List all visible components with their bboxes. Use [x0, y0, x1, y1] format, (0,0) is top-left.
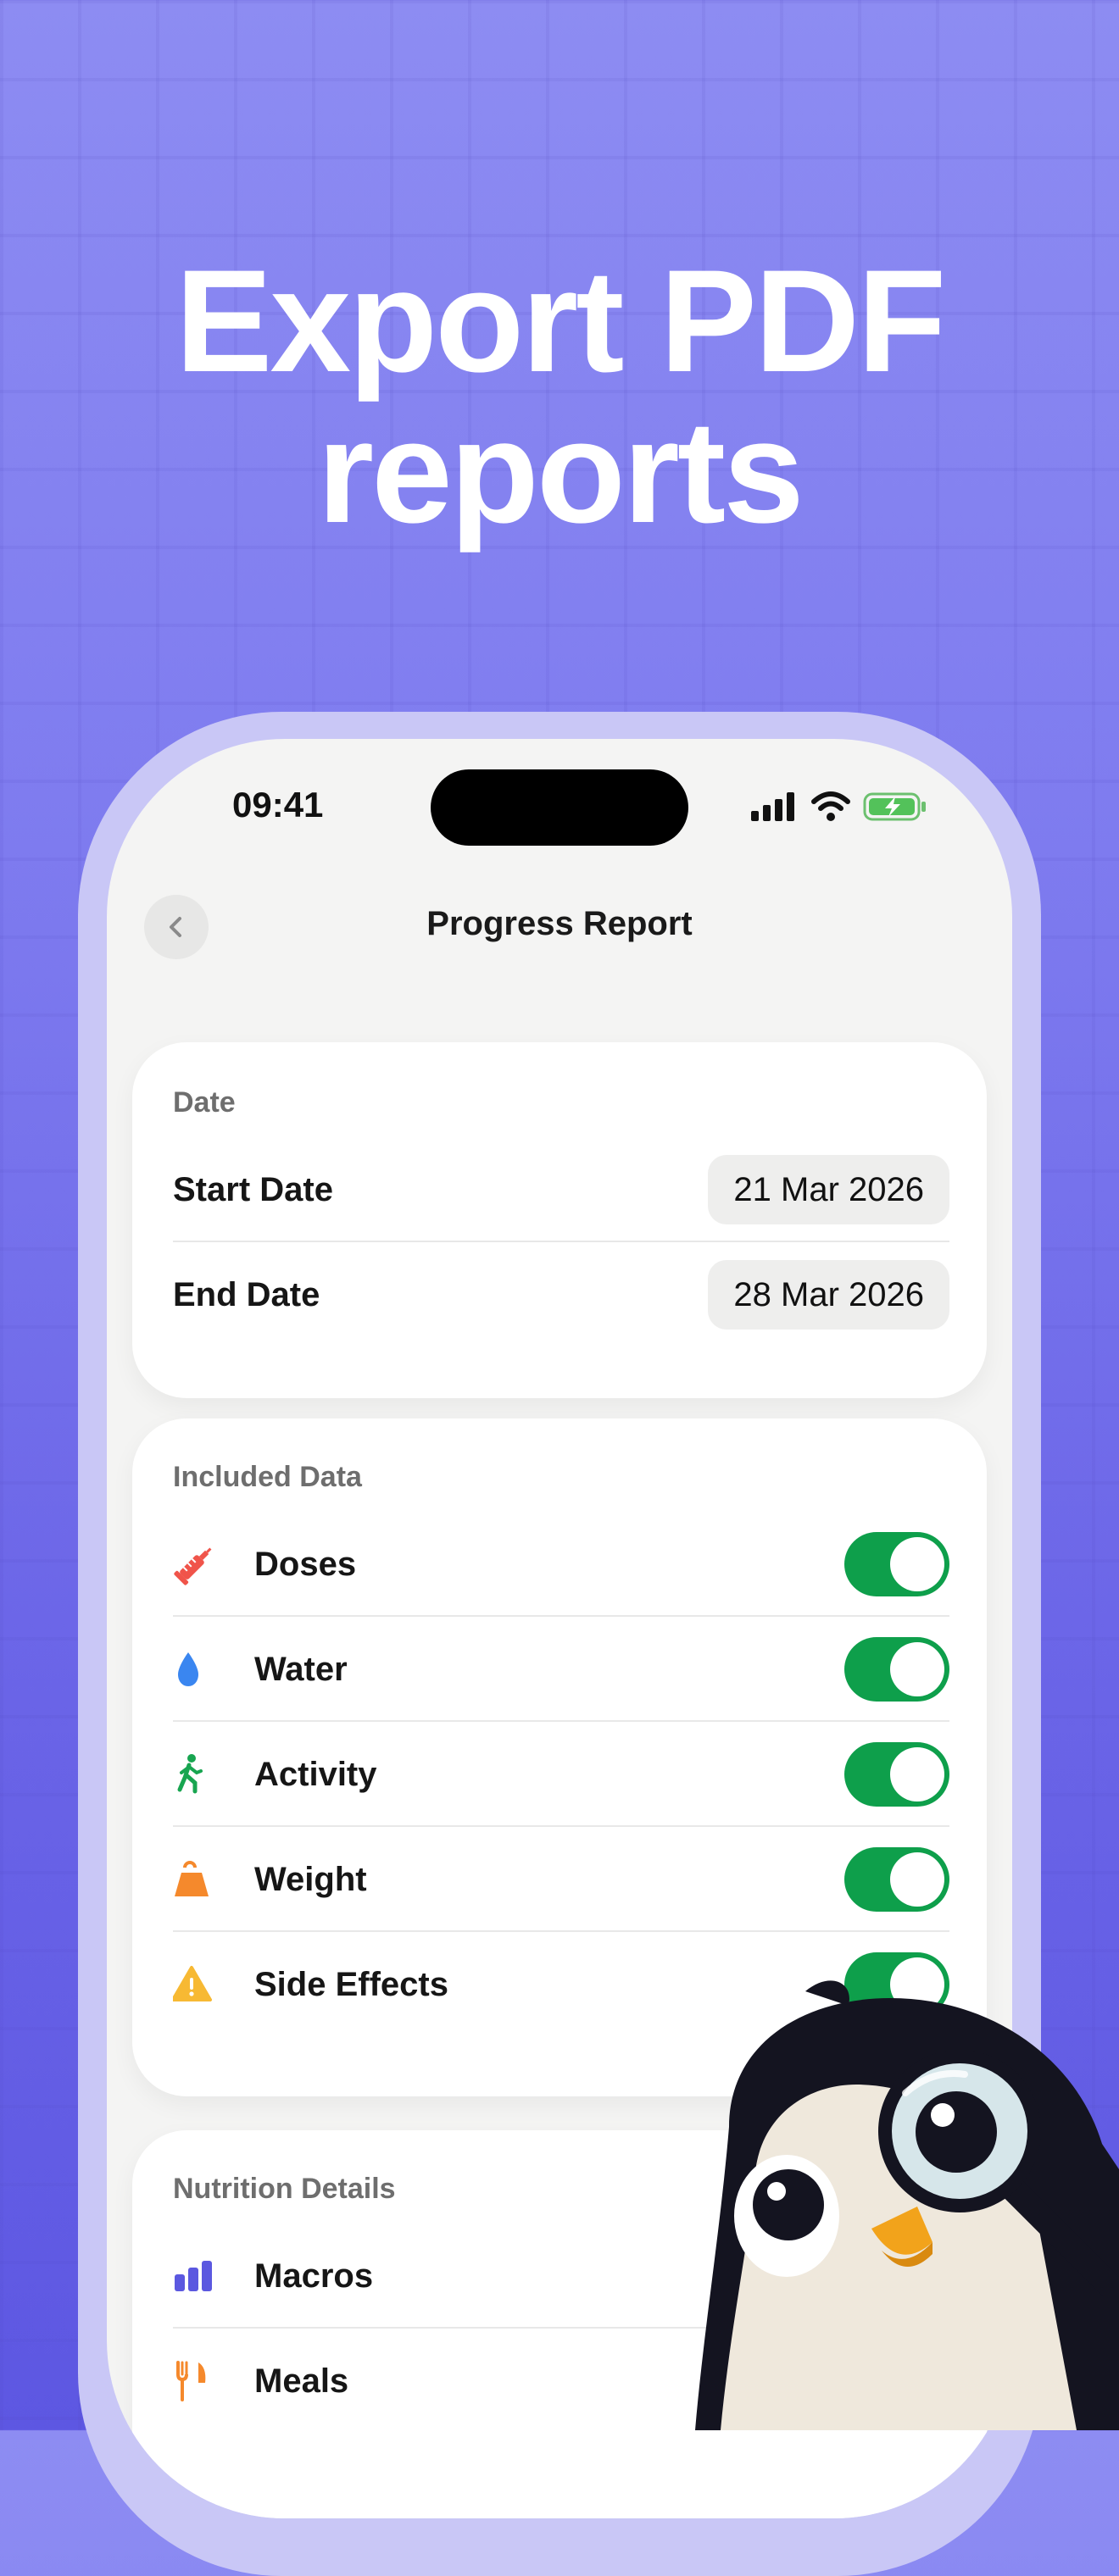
end-date-label: End Date [173, 1275, 320, 1313]
status-icons [751, 791, 927, 826]
water-drop-icon [173, 1645, 222, 1694]
bar-chart-icon [173, 2251, 222, 2301]
weight-icon [173, 1855, 222, 1904]
water-row: Water [173, 1617, 949, 1722]
meals-label: Meals [254, 2362, 349, 2400]
headline-line-2: reports [317, 391, 804, 553]
doses-toggle[interactable] [844, 1532, 949, 1596]
syringe-icon [173, 1540, 222, 1589]
macros-label: Macros [254, 2257, 374, 2295]
dynamic-island [431, 769, 688, 846]
headline-line-1: Export PDF [175, 240, 947, 402]
water-toggle[interactable] [844, 1637, 949, 1702]
date-card-header: Date [173, 1086, 236, 1119]
water-label: Water [254, 1650, 348, 1688]
end-date-picker[interactable]: 28 Mar 2026 [708, 1260, 949, 1330]
walking-icon [173, 1750, 222, 1799]
warning-icon [173, 1960, 222, 2009]
side-effects-label: Side Effects [254, 1965, 448, 2003]
start-date-label: Start Date [173, 1170, 333, 1208]
doses-label: Doses [254, 1545, 357, 1583]
activity-row: Activity [173, 1722, 949, 1827]
doses-row: Doses [173, 1512, 949, 1617]
weight-row: Weight [173, 1827, 949, 1932]
start-date-picker[interactable]: 21 Mar 2026 [708, 1155, 949, 1224]
wifi-icon [810, 791, 851, 826]
penguin-mascot-illustration [695, 1980, 1119, 2430]
activity-label: Activity [254, 1755, 377, 1793]
fork-knife-icon [173, 2357, 222, 2406]
signal-icon [751, 792, 799, 825]
nutrition-details-header: Nutrition Details [173, 2173, 396, 2205]
date-card: Date Start Date 21 Mar 2026 End Date 28 … [132, 1042, 987, 1398]
weight-label: Weight [254, 1860, 367, 1898]
included-data-header: Included Data [173, 1461, 362, 1493]
activity-toggle[interactable] [844, 1742, 949, 1807]
page-title: Progress Report [426, 905, 693, 942]
weight-toggle[interactable] [844, 1847, 949, 1912]
battery-charging-icon [863, 791, 927, 826]
status-time: 09:41 [232, 785, 324, 824]
start-date-row[interactable]: Start Date 21 Mar 2026 [173, 1137, 949, 1242]
end-date-row[interactable]: End Date 28 Mar 2026 [173, 1242, 949, 1347]
headline: Export PDF reports [0, 246, 1119, 547]
